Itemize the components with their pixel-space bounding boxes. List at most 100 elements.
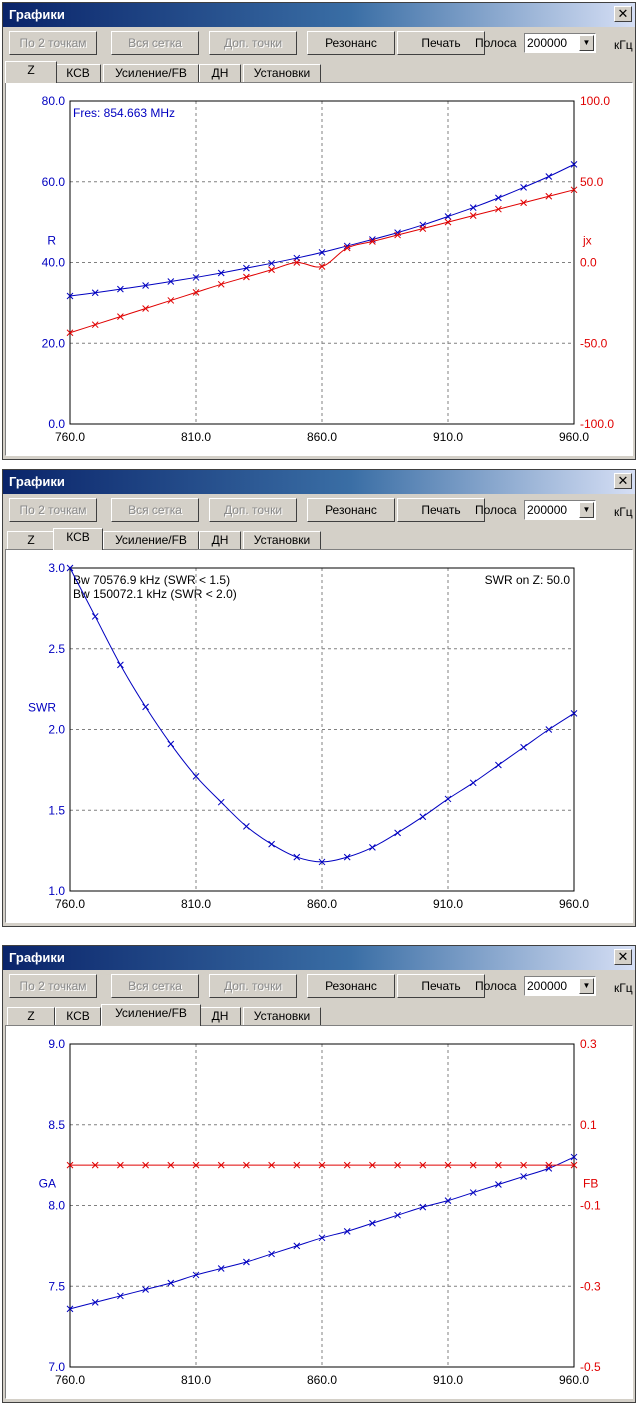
- all-grid-button[interactable]: Вся сетка: [111, 498, 199, 522]
- y2-tick-label: -50.0: [580, 336, 608, 350]
- data-point-marker: [217, 1265, 225, 1272]
- data-point-marker: [142, 1286, 149, 1293]
- chart-area: Bw 70576.9 kHz (SWR < 1.5) Bw 150072.1 kH…: [5, 549, 633, 923]
- toolbar: По 2 точкам Вся сетка Доп. точки Резонанс Пе…: [3, 972, 635, 998]
- data-point-marker: [520, 199, 527, 207]
- y-tick-label: 9.0: [48, 1037, 65, 1051]
- y-tick-label: 7.0: [48, 1360, 65, 1374]
- two-points-button[interactable]: По 2 точкам: [9, 498, 97, 522]
- close-button[interactable]: ✕: [614, 949, 632, 965]
- tab-settings[interactable]: Установки: [243, 1007, 321, 1025]
- all-grid-button[interactable]: Вся сетка: [111, 31, 199, 55]
- resonance-button[interactable]: Резонанс: [307, 498, 395, 522]
- y2-tick-label: 50.0: [580, 175, 604, 189]
- data-point-marker: [419, 1203, 427, 1211]
- data-point-marker: [545, 1165, 553, 1172]
- tab-swr[interactable]: КСВ: [55, 64, 101, 82]
- data-point-marker: [217, 280, 225, 288]
- data-point-marker: [545, 173, 553, 180]
- data-point-marker: [117, 313, 124, 320]
- print-button[interactable]: Печать: [397, 498, 485, 522]
- data-point-marker: [394, 829, 401, 837]
- title-bar[interactable]: Графики ✕: [3, 470, 635, 494]
- close-button[interactable]: ✕: [614, 6, 632, 22]
- print-button[interactable]: Печать: [397, 31, 485, 55]
- band-value: 200000: [527, 979, 568, 993]
- data-point-marker: [369, 1219, 376, 1227]
- y-tick-label: 1.5: [48, 803, 65, 817]
- tab-pattern[interactable]: ДН: [199, 1007, 241, 1025]
- resonance-button[interactable]: Резонанс: [307, 31, 395, 55]
- data-point-marker: [243, 1258, 250, 1266]
- x-tick-label: 860.0: [307, 1373, 337, 1387]
- toolbar: По 2 точкам Вся сетка Доп. точки Резонанс Пе…: [3, 496, 635, 522]
- y2-tick-label: -0.3: [580, 1279, 601, 1293]
- two-points-button[interactable]: По 2 точкам: [9, 974, 97, 998]
- band-unit: кГц: [614, 505, 633, 519]
- y-tick-label: 8.5: [48, 1118, 65, 1132]
- data-point-marker: [520, 1173, 527, 1180]
- tab-swr[interactable]: КСВ: [53, 528, 103, 550]
- all-grid-button[interactable]: Вся сетка: [111, 974, 199, 998]
- tab-swr[interactable]: КСВ: [55, 1007, 101, 1025]
- data-point-marker: [469, 204, 477, 211]
- x-tick-label: 960.0: [559, 897, 589, 911]
- tab-gain-fb[interactable]: Усиление/FB: [103, 64, 199, 82]
- band-select[interactable]: 200000 ▼: [524, 33, 596, 53]
- chevron-down-icon[interactable]: ▼: [579, 502, 594, 518]
- tab-gain-fb[interactable]: Усиление/FB: [103, 531, 199, 549]
- close-icon: ✕: [617, 473, 629, 488]
- tab-settings[interactable]: Установки: [243, 531, 321, 549]
- y2-tick-label: 0.0: [580, 256, 597, 270]
- y-tick-label: 40.0: [42, 256, 66, 270]
- close-button[interactable]: ✕: [614, 473, 632, 489]
- y-tick-label: 60.0: [42, 175, 66, 189]
- tab-gain-fb[interactable]: Усиление/FB: [101, 1004, 201, 1026]
- y-tick-label: 3.0: [48, 561, 65, 575]
- data-point-marker: [369, 844, 376, 851]
- tab-z[interactable]: Z: [7, 1007, 55, 1025]
- x-tick-label: 810.0: [181, 1373, 211, 1387]
- extra-points-button[interactable]: Доп. точки: [209, 974, 297, 998]
- resonance-button[interactable]: Резонанс: [307, 974, 395, 998]
- x-tick-label: 760.0: [55, 1373, 85, 1387]
- data-point-marker: [520, 184, 527, 191]
- extra-points-button[interactable]: Доп. точки: [209, 498, 297, 522]
- band-select[interactable]: 200000 ▼: [524, 976, 596, 996]
- y-axis-label: R: [47, 234, 56, 248]
- data-point-marker: [268, 1250, 275, 1258]
- data-point-marker: [444, 218, 452, 226]
- tab-pattern[interactable]: ДН: [199, 531, 241, 549]
- tab-strip: Z КСВ Усиление/FB ДН Установки: [3, 527, 635, 550]
- two-points-button[interactable]: По 2 точкам: [9, 31, 97, 55]
- tab-z[interactable]: Z: [5, 61, 57, 83]
- y-tick-label: 20.0: [42, 336, 66, 350]
- y-tick-label: 7.5: [48, 1279, 65, 1293]
- data-point-marker: [142, 703, 149, 711]
- band-label: Полоса: [475, 979, 517, 993]
- chevron-down-icon[interactable]: ▼: [579, 35, 594, 51]
- data-point-marker: [91, 321, 99, 329]
- title-bar[interactable]: Графики ✕: [3, 946, 635, 970]
- print-button[interactable]: Печать: [397, 974, 485, 998]
- data-point-marker: [545, 192, 553, 200]
- y-tick-label: 1.0: [48, 884, 65, 898]
- data-point-marker: [117, 1292, 124, 1300]
- data-point-marker: [520, 743, 527, 751]
- chevron-down-icon[interactable]: ▼: [579, 978, 594, 994]
- tab-pattern[interactable]: ДН: [199, 64, 241, 82]
- y-tick-label: 80.0: [42, 94, 66, 108]
- tab-settings[interactable]: Установки: [243, 64, 321, 82]
- data-point-marker: [167, 1279, 175, 1287]
- band-value: 200000: [527, 503, 568, 517]
- band-select[interactable]: 200000 ▼: [524, 500, 596, 520]
- data-point-marker: [495, 205, 502, 213]
- y-tick-label: 0.0: [48, 417, 65, 431]
- title-bar[interactable]: Графики ✕: [3, 3, 635, 27]
- data-point-marker: [243, 273, 250, 281]
- band-label: Полоса: [475, 503, 517, 517]
- tab-z[interactable]: Z: [7, 531, 55, 549]
- data-point-marker: [495, 761, 502, 769]
- extra-points-button[interactable]: Доп. точки: [209, 31, 297, 55]
- close-icon: ✕: [617, 949, 629, 964]
